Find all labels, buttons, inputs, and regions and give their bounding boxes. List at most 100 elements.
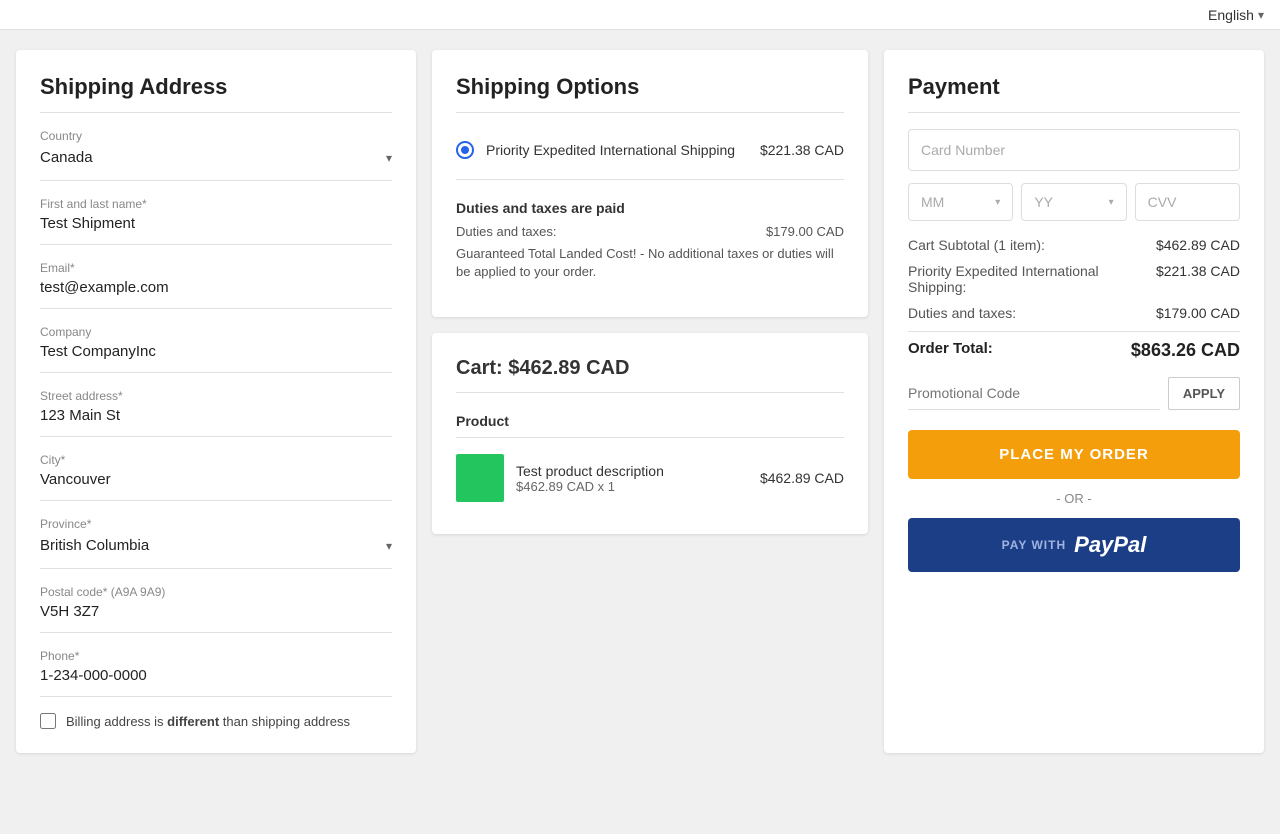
- payment-panel: Payment Card Number MM ▾ YY ▾ CVV Cart S…: [884, 50, 1264, 753]
- cvv-field[interactable]: CVV: [1135, 183, 1240, 221]
- duties-summary-label: Duties and taxes:: [908, 305, 1156, 321]
- email-field: Email* test@example.com: [40, 261, 392, 309]
- street-label: Street address*: [40, 389, 392, 403]
- card-number-field[interactable]: Card Number: [908, 129, 1240, 171]
- divider: [456, 179, 844, 180]
- product-name: Test product description: [516, 463, 748, 479]
- company-field: Company Test CompanyInc: [40, 325, 392, 373]
- shipping-summary-row: Priority Expedited International Shippin…: [908, 263, 1240, 295]
- or-divider: - OR -: [908, 491, 1240, 506]
- cart-product-row: Test product description $462.89 CAD x 1…: [456, 446, 844, 510]
- province-value: British Columbia: [40, 535, 149, 556]
- email-value: test@example.com: [40, 277, 169, 298]
- duties-summary-row: Duties and taxes: $179.00 CAD: [908, 305, 1240, 321]
- paypal-prefix: PAY WITH: [1002, 538, 1066, 552]
- company-value: Test CompanyInc: [40, 341, 156, 362]
- paypal-button[interactable]: PAY WITH PayPal: [908, 518, 1240, 572]
- chevron-down-icon: ▾: [995, 197, 1000, 208]
- province-select[interactable]: British Columbia ▾: [40, 535, 392, 556]
- duties-note: Guaranteed Total Landed Cost! - No addit…: [456, 245, 844, 281]
- radio-inner: [461, 146, 469, 154]
- product-price: $462.89 CAD: [760, 470, 844, 486]
- province-label: Province*: [40, 517, 392, 531]
- street-value: 123 Main St: [40, 405, 120, 426]
- duties-summary-value: $179.00 CAD: [1156, 305, 1240, 321]
- country-select[interactable]: Canada ▾: [40, 147, 392, 168]
- shipping-option-label: Priority Expedited International Shippin…: [486, 142, 748, 158]
- order-total-label: Order Total:: [908, 340, 993, 361]
- phone-label: Phone*: [40, 649, 392, 663]
- shipping-options-title: Shipping Options: [456, 74, 844, 113]
- duties-value: $179.00 CAD: [766, 224, 844, 239]
- place-order-button[interactable]: PLACE MY ORDER: [908, 430, 1240, 479]
- billing-address-row: Billing address is different than shippi…: [40, 713, 392, 729]
- radio-button[interactable]: [456, 141, 474, 159]
- city-value: Vancouver: [40, 469, 111, 490]
- cvv-placeholder: CVV: [1148, 194, 1177, 210]
- paypal-brand: PayPal: [1074, 532, 1146, 558]
- name-label: First and last name*: [40, 197, 392, 211]
- postal-value: V5H 3Z7: [40, 601, 99, 622]
- order-total-value: $863.26 CAD: [1131, 340, 1240, 361]
- street-field: Street address* 123 Main St: [40, 389, 392, 437]
- shipping-address-title: Shipping Address: [40, 74, 392, 113]
- company-label: Company: [40, 325, 392, 339]
- language-label: English: [1208, 7, 1254, 23]
- cart-title-prefix: Cart:: [456, 357, 508, 379]
- cart-subtotal-value: $462.89 CAD: [1156, 237, 1240, 253]
- city-field: City* Vancouver: [40, 453, 392, 501]
- chevron-down-icon: ▾: [1109, 197, 1114, 208]
- shipping-options-panel: Shipping Options Priority Expedited Inte…: [432, 50, 868, 317]
- mm-placeholder: MM: [921, 194, 944, 210]
- top-bar: English ▾: [0, 0, 1280, 30]
- product-unit: $462.89 CAD x 1: [516, 479, 748, 494]
- province-field: Province* British Columbia ▾: [40, 517, 392, 569]
- cart-title: Cart: $462.89 CAD: [456, 357, 844, 393]
- chevron-down-icon: ▾: [386, 539, 392, 553]
- cart-panel: Cart: $462.89 CAD Product Test product d…: [432, 333, 868, 534]
- city-label: City*: [40, 453, 392, 467]
- expiry-cvv-row: MM ▾ YY ▾ CVV: [908, 183, 1240, 221]
- promo-input[interactable]: [908, 377, 1160, 410]
- cart-subtotal-row: Cart Subtotal (1 item): $462.89 CAD: [908, 237, 1240, 253]
- product-info: Test product description $462.89 CAD x 1: [516, 463, 748, 494]
- mm-field[interactable]: MM ▾: [908, 183, 1013, 221]
- cart-subtotal-label: Cart Subtotal (1 item):: [908, 237, 1156, 253]
- main-content: Shipping Address Country Canada ▾ First …: [0, 30, 1280, 773]
- country-value: Canada: [40, 147, 93, 168]
- name-field: First and last name* Test Shipment: [40, 197, 392, 245]
- promo-row: APPLY: [908, 377, 1240, 410]
- shipping-summary-label: Priority Expedited International Shippin…: [908, 263, 1156, 295]
- country-label: Country: [40, 129, 392, 143]
- middle-column: Shipping Options Priority Expedited Inte…: [432, 50, 868, 753]
- duties-row: Duties and taxes: $179.00 CAD: [456, 224, 844, 239]
- card-number-placeholder: Card Number: [921, 142, 1005, 158]
- postal-field: Postal code* (A9A 9A9) V5H 3Z7: [40, 585, 392, 633]
- chevron-down-icon: ▾: [1258, 8, 1264, 22]
- shipping-option-row[interactable]: Priority Expedited International Shippin…: [456, 129, 844, 171]
- yy-placeholder: YY: [1034, 194, 1053, 210]
- duties-section: Duties and taxes are paid Duties and tax…: [456, 188, 844, 293]
- email-label: Email*: [40, 261, 392, 275]
- duties-title: Duties and taxes are paid: [456, 200, 844, 216]
- billing-different-checkbox[interactable]: [40, 713, 56, 729]
- language-selector[interactable]: English ▾: [1208, 7, 1264, 23]
- shipping-option-price: $221.38 CAD: [760, 142, 844, 158]
- order-total-row: Order Total: $863.26 CAD: [908, 331, 1240, 361]
- shipping-summary-value: $221.38 CAD: [1156, 263, 1240, 295]
- cart-total: $462.89 CAD: [508, 357, 629, 379]
- duties-label: Duties and taxes:: [456, 224, 556, 239]
- yy-field[interactable]: YY ▾: [1021, 183, 1126, 221]
- apply-button[interactable]: APPLY: [1168, 377, 1240, 410]
- phone-field: Phone* 1-234-000-0000: [40, 649, 392, 697]
- product-image: [456, 454, 504, 502]
- phone-value: 1-234-000-0000: [40, 665, 147, 686]
- chevron-down-icon: ▾: [386, 151, 392, 165]
- cart-product-header: Product: [456, 405, 844, 438]
- payment-title: Payment: [908, 74, 1240, 113]
- country-field: Country Canada ▾: [40, 129, 392, 181]
- billing-label: Billing address is different than shippi…: [66, 714, 350, 729]
- postal-label: Postal code* (A9A 9A9): [40, 585, 392, 599]
- shipping-address-panel: Shipping Address Country Canada ▾ First …: [16, 50, 416, 753]
- name-value: Test Shipment: [40, 213, 135, 234]
